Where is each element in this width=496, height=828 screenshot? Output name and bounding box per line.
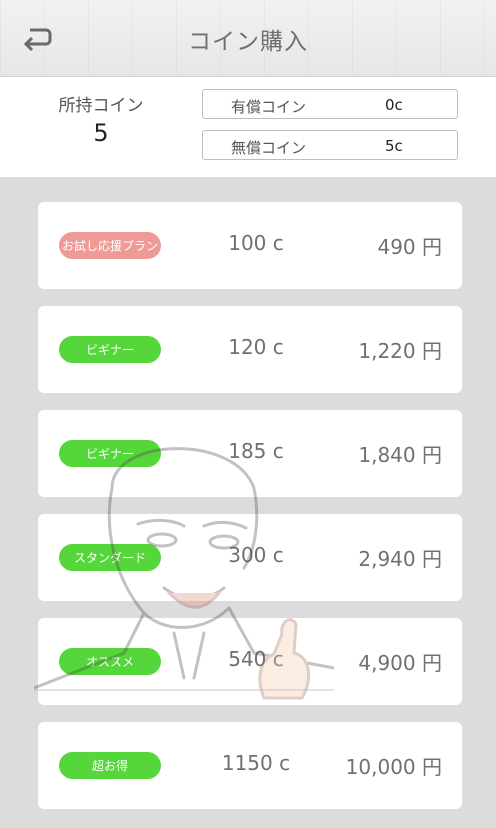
plan-price: 10,000 円: [345, 755, 442, 779]
free-coins-value: 5c: [385, 137, 403, 155]
free-coins-label: 無償コイン: [231, 139, 307, 157]
plan-coins: 100 c: [228, 231, 284, 255]
plan-badge: ビギナー: [59, 440, 161, 467]
paid-coins-label: 有償コイン: [231, 98, 307, 116]
free-coins-box: 無償コイン 5c: [202, 130, 458, 160]
paid-coins-value: 0c: [385, 96, 403, 114]
plan-badge: 超お得: [59, 752, 161, 779]
plan-badge: ビギナー: [59, 336, 161, 363]
plan-card[interactable]: スタンダード 300 c 2,940 円: [38, 514, 462, 601]
page-title: コイン購入: [188, 29, 308, 55]
coin-summary: 所持コイン 5 有償コイン 0c 無償コイン 5c: [0, 77, 496, 177]
plan-card[interactable]: 超お得 1150 c 10,000 円: [38, 722, 462, 809]
plan-coins: 300 c: [228, 543, 284, 567]
owned-coins-value: 5: [93, 119, 109, 147]
paid-coins-box: 有償コイン 0c: [202, 89, 458, 119]
plan-price: 1,220 円: [358, 339, 442, 363]
plan-coins: 1150 c: [221, 751, 291, 775]
plan-coins: 540 c: [228, 647, 284, 671]
plan-coins: 185 c: [228, 439, 284, 463]
plan-badge: オススメ: [59, 648, 161, 675]
plan-coins: 120 c: [228, 335, 284, 359]
owned-coins-label: 所持コイン: [58, 96, 144, 116]
plan-badge: お試し応援プラン: [59, 232, 161, 259]
plan-card[interactable]: オススメ 540 c 4,900 円: [38, 618, 462, 705]
plan-card[interactable]: お試し応援プラン 100 c 490 円: [38, 202, 462, 289]
plan-card[interactable]: ビギナー 185 c 1,840 円: [38, 410, 462, 497]
plan-price: 1,840 円: [358, 443, 442, 467]
plan-badge: スタンダード: [59, 544, 161, 571]
plan-card[interactable]: ビギナー 120 c 1,220 円: [38, 306, 462, 393]
plan-price: 2,940 円: [358, 547, 442, 571]
plan-price: 490 円: [377, 235, 442, 259]
plan-price: 4,900 円: [358, 651, 442, 675]
header-bar: コイン購入: [0, 0, 496, 77]
